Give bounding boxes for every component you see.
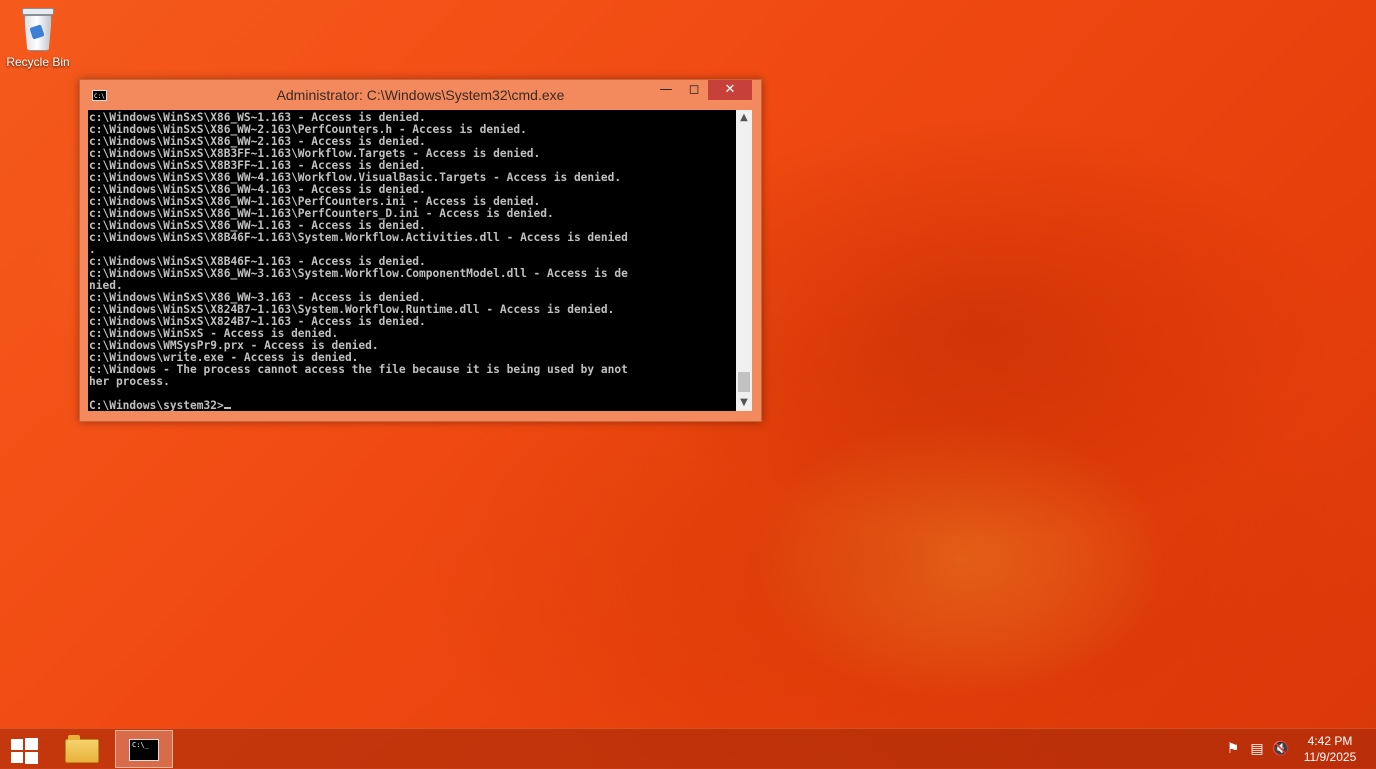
start-button[interactable] <box>6 735 40 764</box>
console-output[interactable]: c:\Windows\WinSxS\X86_WS~1.163 - Access … <box>88 110 736 411</box>
taskbar-item-command-prompt[interactable]: C:\_ <box>115 730 173 768</box>
maximize-button[interactable]: ◻ <box>680 80 708 100</box>
console-line: c:\Windows\WinSxS\X8B46F~1.163\System.Wo… <box>89 231 628 244</box>
console-line: c:\Windows\WinSxS\X86_WW~3.163\System.Wo… <box>89 267 628 280</box>
minimize-icon: — <box>659 82 673 97</box>
console-line: her process. <box>89 375 170 388</box>
vertical-scrollbar[interactable]: ▲ ▼ <box>736 110 752 411</box>
taskbar-item-file-explorer[interactable] <box>52 730 110 768</box>
clock-date: 11/9/2025 <box>1303 750 1357 764</box>
desktop-icon-label: Recycle Bin <box>6 55 70 69</box>
action-center-flag-icon[interactable]: ⚑ <box>1222 729 1244 769</box>
cmd-icon: C:\_ <box>129 739 159 761</box>
scrollbar-thumb[interactable] <box>738 372 750 392</box>
scroll-up-arrow-icon[interactable]: ▲ <box>736 110 752 126</box>
network-icon[interactable]: ▤ <box>1246 729 1268 769</box>
text-cursor <box>223 407 231 409</box>
close-button[interactable]: ✕ <box>708 80 752 100</box>
window-titlebar[interactable]: C:\ Administrator: C:\Windows\System32\c… <box>80 80 761 110</box>
system-clock[interactable]: 4:42 PM 11/9/2025 <box>1290 733 1370 765</box>
taskbar: C:\_ ⚑ ▤ 🔇 4:42 PM 11/9/2025 <box>0 728 1376 769</box>
minimize-button[interactable]: — <box>652 80 680 100</box>
close-icon: ✕ <box>724 82 736 97</box>
cmd-window: C:\ Administrator: C:\Windows\System32\c… <box>79 79 762 422</box>
desktop-icon-recycle-bin[interactable]: Recycle Bin <box>4 6 72 69</box>
recycle-bin-icon <box>4 8 72 51</box>
volume-muted-icon[interactable]: 🔇 <box>1270 729 1292 769</box>
scroll-down-arrow-icon[interactable]: ▼ <box>736 395 752 411</box>
folder-icon <box>65 735 99 763</box>
maximize-icon: ◻ <box>688 82 700 97</box>
console-text: c:\Windows\WinSxS\X86_WS~1.163 - Access … <box>88 110 736 412</box>
clock-time: 4:42 PM <box>1307 734 1353 748</box>
console-line: C:\Windows\system32> <box>89 399 224 412</box>
